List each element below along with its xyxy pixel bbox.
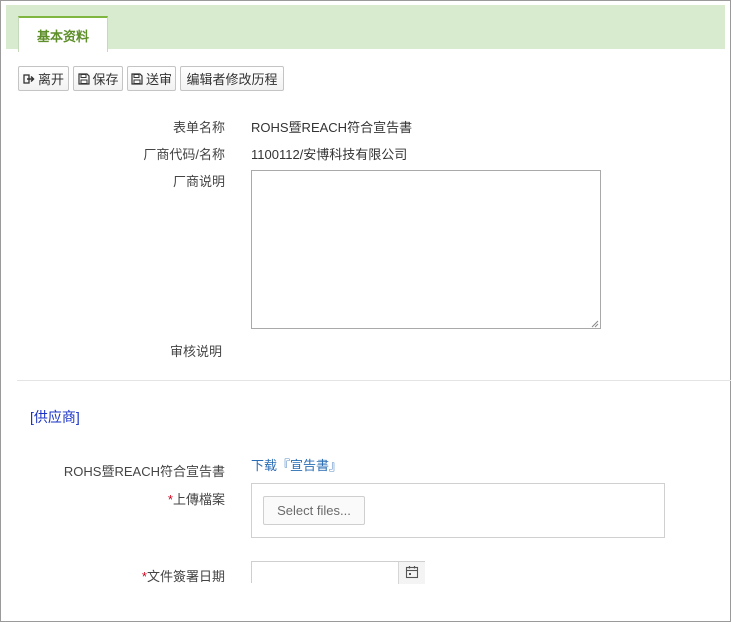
upload-file-label-text: 上傳檔案 (172, 492, 225, 507)
tab-bar: 基本资料 (6, 5, 725, 52)
select-files-button[interactable]: Select files... (263, 496, 365, 525)
submit-review-button[interactable]: 送审 (127, 66, 176, 91)
sign-date-input[interactable] (252, 562, 398, 584)
supplier-section-title: [供应商] (30, 409, 80, 425)
sign-date-picker (251, 561, 425, 584)
tab-basic-info[interactable]: 基本资料 (18, 16, 108, 52)
download-declaration-link[interactable]: 下载『宣告書』 (251, 458, 342, 474)
calendar-icon (405, 565, 419, 582)
edit-history-button[interactable]: 编辑者修改历程 (180, 66, 284, 91)
form-name-label: 表单名称 (172, 120, 225, 135)
save-button[interactable]: 保存 (73, 66, 123, 91)
resize-grip-icon[interactable] (589, 318, 599, 328)
leave-button[interactable]: 离开 (18, 66, 69, 91)
form-name-value: ROHS暨REACH符合宣告書 (251, 120, 413, 135)
vendor-label: 厂商代码/名称 (143, 147, 225, 162)
section-divider (17, 380, 731, 381)
vendor-note-textarea[interactable] (251, 170, 601, 329)
sign-date-label: *文件簽署日期 (100, 569, 225, 585)
upload-file-label: *上傳檔案 (100, 492, 225, 508)
floppy-disk-icon (77, 72, 90, 85)
review-note-label: 审核说明 (169, 344, 222, 359)
floppy-disk-icon (131, 72, 143, 85)
sign-date-label-text: 文件簽署日期 (146, 569, 225, 584)
exit-icon (23, 73, 35, 85)
save-button-label: 保存 (92, 72, 119, 87)
calendar-button[interactable] (398, 562, 425, 584)
submit-review-button-label: 送审 (146, 72, 173, 87)
declaration-label: ROHS暨REACH符合宣告書 (63, 464, 225, 479)
vendor-note-label: 厂商说明 (172, 174, 225, 189)
file-upload-dropzone: Select files... (251, 483, 665, 538)
leave-button-label: 离开 (38, 72, 65, 87)
vendor-value: 1100112/安博科技有限公司 (251, 147, 408, 162)
